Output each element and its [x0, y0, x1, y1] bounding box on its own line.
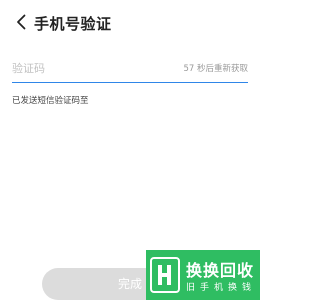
watermark-title: 换换回收: [186, 261, 255, 280]
sms-sent-hint: 已发送短信验证码至: [12, 96, 89, 106]
h-logo-icon: [150, 257, 180, 293]
page-title: 手机号验证: [34, 15, 112, 33]
watermark-badge: 换换回收 旧手机换钱: [146, 250, 260, 300]
input-underline: [12, 82, 248, 83]
verification-code-input[interactable]: [12, 56, 152, 80]
watermark-subtitle: 旧手机换钱: [186, 283, 257, 293]
chevron-left-icon: [12, 12, 32, 32]
resend-countdown: 57 秒后重新获取: [183, 64, 248, 74]
back-button[interactable]: [12, 12, 32, 32]
top-bar: 手机号验证: [0, 0, 260, 46]
code-field-row: 57 秒后重新获取: [12, 56, 248, 82]
